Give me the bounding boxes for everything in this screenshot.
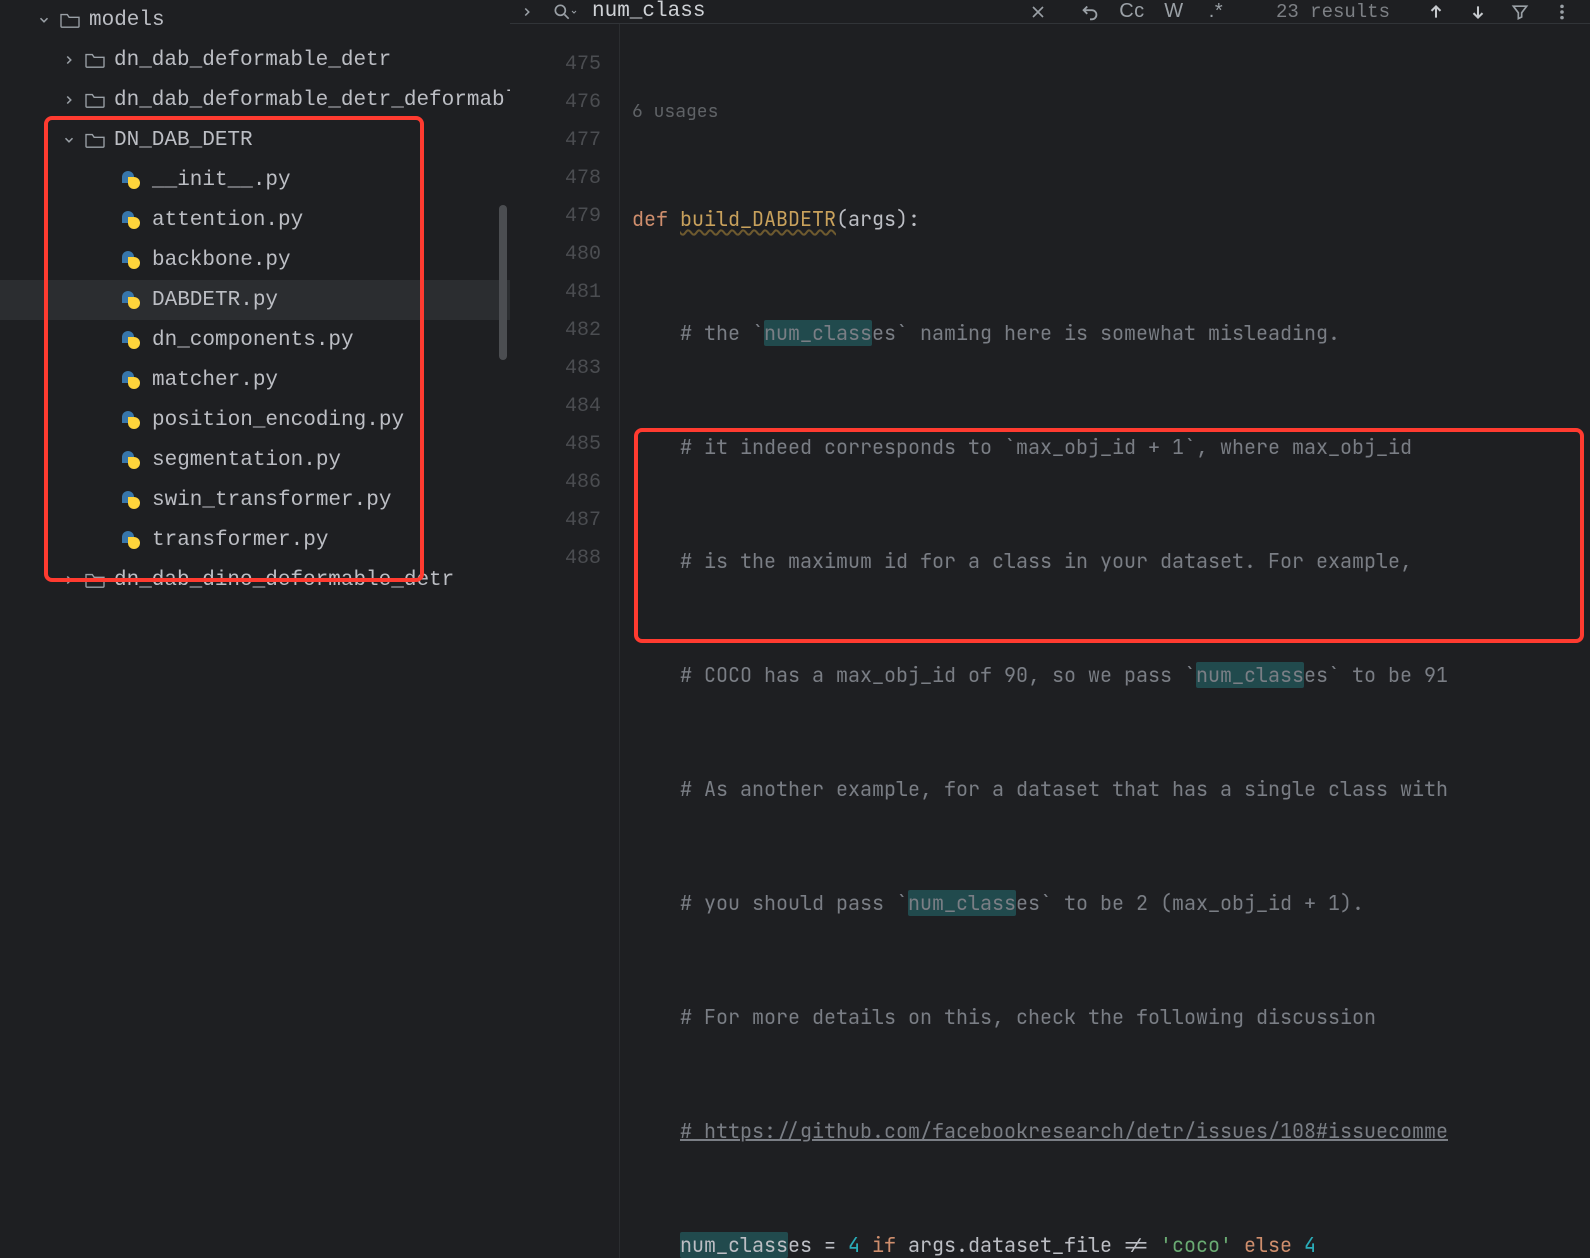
arrow-up-icon[interactable] bbox=[1422, 3, 1450, 21]
tree-label: dn_components.py bbox=[152, 329, 354, 352]
tree-label: DN_DAB_DETR bbox=[114, 129, 253, 152]
line-number: 483 bbox=[510, 350, 619, 388]
tree-label: models bbox=[89, 9, 165, 32]
tree-file[interactable]: dn_components.py bbox=[0, 320, 510, 360]
tree-label: position_encoding.py bbox=[152, 409, 404, 432]
tree-file[interactable]: transformer.py bbox=[0, 520, 510, 560]
line-number: 482 bbox=[510, 312, 619, 350]
python-icon bbox=[120, 249, 142, 271]
scrollbar-thumb[interactable] bbox=[499, 205, 507, 360]
tree-file[interactable]: attention.py bbox=[0, 200, 510, 240]
folder-icon bbox=[59, 11, 81, 29]
find-bar: Cc W .* 23 results bbox=[510, 0, 1590, 24]
line-number: 486 bbox=[510, 464, 619, 502]
search-icon[interactable] bbox=[552, 2, 578, 22]
tree-label: backbone.py bbox=[152, 249, 291, 272]
line-number: 480 bbox=[510, 236, 619, 274]
python-icon bbox=[120, 169, 142, 191]
tree-label: swin_transformer.py bbox=[152, 489, 391, 512]
tree-file[interactable]: backbone.py bbox=[0, 240, 510, 280]
more-icon[interactable] bbox=[1548, 3, 1576, 21]
chevron-right-icon[interactable] bbox=[516, 5, 538, 19]
python-icon bbox=[120, 409, 142, 431]
code-editor: Cc W .* 23 results 475 476 477 478 479 4… bbox=[510, 0, 1590, 629]
line-number: 481 bbox=[510, 274, 619, 312]
tree-folder-models[interactable]: models bbox=[0, 0, 510, 40]
tree-label: dn_dab_deformable_detr bbox=[114, 49, 391, 72]
regex-toggle[interactable]: .* bbox=[1202, 0, 1230, 23]
code-content[interactable]: 6 usages def build_DABDETR(args): # the … bbox=[620, 24, 1590, 1258]
tree-folder[interactable]: dn_dab_deformable_detr_deformable_ bbox=[0, 80, 510, 120]
usages-hint[interactable]: 6 usages bbox=[620, 100, 1590, 124]
python-icon bbox=[120, 289, 142, 311]
chevron-right-icon bbox=[60, 91, 78, 109]
line-number: 475 bbox=[510, 46, 619, 84]
chevron-right-icon bbox=[60, 51, 78, 69]
tree-file[interactable]: swin_transformer.py bbox=[0, 480, 510, 520]
folder-icon bbox=[84, 51, 106, 69]
tree-file[interactable]: position_encoding.py bbox=[0, 400, 510, 440]
line-number: 484 bbox=[510, 388, 619, 426]
tree-label: __init__.py bbox=[152, 169, 291, 192]
undo-icon[interactable] bbox=[1076, 1, 1104, 23]
folder-icon bbox=[84, 131, 106, 149]
folder-icon bbox=[84, 571, 106, 589]
arrow-down-icon[interactable] bbox=[1464, 3, 1492, 21]
tree-folder-dn-dab-detr[interactable]: DN_DAB_DETR bbox=[0, 120, 510, 160]
chevron-down-icon bbox=[60, 131, 78, 149]
tree-file[interactable]: __init__.py bbox=[0, 160, 510, 200]
file-tree-sidebar: models dn_dab_deformable_detr dn_dab_def… bbox=[0, 0, 510, 629]
line-number: 488 bbox=[510, 540, 619, 578]
line-number: 476 bbox=[510, 84, 619, 122]
tree-label: dn_dab_deformable_detr_deformable_ bbox=[114, 89, 510, 112]
line-number: 477 bbox=[510, 122, 619, 160]
chevron-right-icon bbox=[60, 571, 78, 589]
tree-label: segmentation.py bbox=[152, 449, 341, 472]
find-input[interactable] bbox=[592, 0, 865, 23]
line-gutter: 475 476 477 478 479 480 481 482 483 484 … bbox=[510, 24, 620, 1258]
python-icon bbox=[120, 449, 142, 471]
tree-file[interactable]: matcher.py bbox=[0, 360, 510, 400]
python-icon bbox=[120, 489, 142, 511]
python-icon bbox=[120, 369, 142, 391]
tree-folder[interactable]: dn_dab_dino_deformable_detr bbox=[0, 560, 510, 600]
tree-label: matcher.py bbox=[152, 369, 278, 392]
close-icon[interactable] bbox=[1024, 4, 1052, 20]
find-results-count: 23 results bbox=[1276, 1, 1390, 23]
tree-label: attention.py bbox=[152, 209, 303, 232]
tree-label: transformer.py bbox=[152, 529, 328, 552]
line-number: 478 bbox=[510, 160, 619, 198]
tree-file[interactable]: segmentation.py bbox=[0, 440, 510, 480]
folder-icon bbox=[84, 91, 106, 109]
tree-folder[interactable]: dn_dab_deformable_detr bbox=[0, 40, 510, 80]
filter-icon[interactable] bbox=[1506, 2, 1534, 22]
match-word-toggle[interactable]: W bbox=[1160, 0, 1188, 23]
python-icon bbox=[120, 329, 142, 351]
tree-file-dabdetr[interactable]: DABDETR.py bbox=[0, 280, 510, 320]
line-number: 479 bbox=[510, 198, 619, 236]
chevron-down-icon bbox=[35, 11, 53, 29]
match-case-toggle[interactable]: Cc bbox=[1118, 0, 1146, 23]
python-icon bbox=[120, 529, 142, 551]
line-number: 487 bbox=[510, 502, 619, 540]
line-number: 485 bbox=[510, 426, 619, 464]
python-icon bbox=[120, 209, 142, 231]
tree-label: DABDETR.py bbox=[152, 289, 278, 312]
code-area[interactable]: 475 476 477 478 479 480 481 482 483 484 … bbox=[510, 24, 1590, 1258]
tree-label: dn_dab_dino_deformable_detr bbox=[114, 569, 454, 592]
